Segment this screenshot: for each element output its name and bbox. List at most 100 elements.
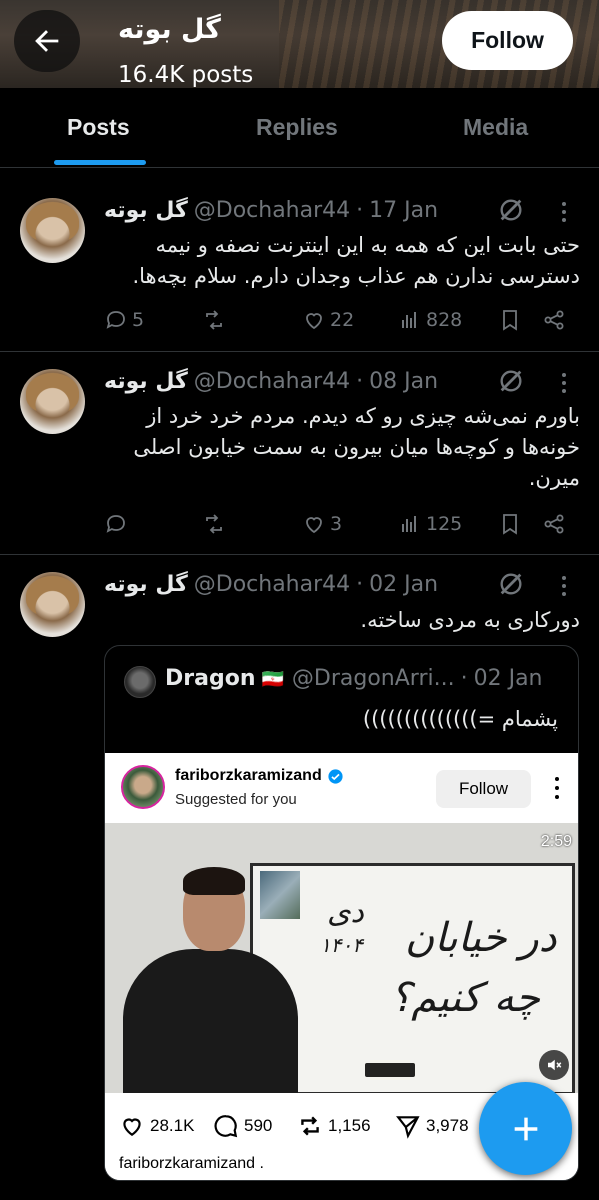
avatar[interactable] <box>20 198 85 263</box>
reply-button[interactable] <box>104 512 132 536</box>
ig-username: fariborzkaramizand <box>175 767 344 785</box>
ig-suggested-label: Suggested for you <box>175 791 297 808</box>
ig-comment-count: 590 <box>244 1116 273 1135</box>
repost-button[interactable] <box>202 512 230 536</box>
mute-button <box>539 1050 569 1080</box>
comment-icon <box>214 1115 238 1138</box>
compose-post-button[interactable] <box>479 1082 572 1175</box>
send-icon <box>396 1116 420 1139</box>
ig-repost-count: 1,156 <box>328 1116 371 1135</box>
quote-author-handle: @DragonArri... <box>291 666 455 691</box>
repost-icon <box>206 514 222 534</box>
author-handle: @Dochahar44 <box>193 572 351 597</box>
repost-icon <box>206 310 222 330</box>
quote-header: Dragon 🇮🇷 @DragonArri... · 02 Jan <box>165 666 543 691</box>
profile-tabs: Posts Replies Media <box>0 88 599 168</box>
iran-flag-icon: 🇮🇷 <box>261 669 284 690</box>
ig-share-count: 3,978 <box>426 1116 469 1135</box>
share-icon <box>544 310 564 330</box>
author-handle: @Dochahar44 <box>193 369 351 394</box>
grok-icon[interactable] <box>497 196 525 224</box>
author-handle: @Dochahar44 <box>193 198 351 223</box>
heart-icon <box>123 1118 141 1136</box>
verified-badge-icon <box>328 768 343 784</box>
views-button[interactable]: 125 <box>398 512 462 536</box>
ig-caption: fariborzkaramizand . <box>119 1155 264 1172</box>
share-button[interactable] <box>542 512 566 536</box>
bookmark-icon <box>503 310 517 331</box>
quote-author-name: Dragon <box>165 666 256 691</box>
ig-repost: 1,156 <box>297 1113 371 1139</box>
reply-button[interactable]: 5 <box>104 308 144 332</box>
post-date: 17 Jan <box>369 198 439 223</box>
bookmark-button[interactable] <box>498 308 522 332</box>
views-button[interactable]: 828 <box>398 308 462 332</box>
grok-icon[interactable] <box>497 367 525 395</box>
arrow-left-icon <box>35 30 59 52</box>
back-button[interactable] <box>14 10 80 72</box>
ig-comment: 590 <box>213 1113 272 1139</box>
analytics-icon <box>402 312 416 328</box>
avatar[interactable] <box>20 572 85 637</box>
like-count: 22 <box>330 309 355 331</box>
reply-icon <box>106 311 125 329</box>
ig-more-icon <box>552 777 562 799</box>
post-header: گل بوته @Dochahar44 · 08 Jan <box>104 369 439 394</box>
bookmark-button[interactable] <box>498 512 522 536</box>
post-actions: 3 125 <box>104 512 580 542</box>
more-options-icon[interactable] <box>554 572 574 600</box>
post-date: 02 Jan <box>369 572 439 597</box>
post-header: گل بوته @Dochahar44 · 17 Jan <box>104 198 439 223</box>
share-button[interactable] <box>542 308 566 332</box>
repost-icon <box>301 1116 319 1136</box>
views-count: 125 <box>426 513 463 535</box>
more-options-icon[interactable] <box>554 198 574 226</box>
quote-text: پشمام =)))))))))))))) <box>362 707 558 731</box>
quote-avatar[interactable] <box>124 666 156 698</box>
video-duration: 2:59 <box>540 833 572 850</box>
tab-media[interactable]: Media <box>463 114 528 141</box>
post-count: 16.4K posts <box>118 62 254 88</box>
board-text-month: دی <box>327 895 364 930</box>
ig-like-count: 28.1K <box>150 1116 195 1135</box>
tab-posts[interactable]: Posts <box>67 114 130 141</box>
board-text-line1: در خیابان <box>405 915 557 961</box>
like-button[interactable]: 22 <box>302 308 354 332</box>
board-text-line2: چه کنیم؟ <box>390 975 540 1021</box>
bookmark-icon <box>503 514 517 535</box>
post-text: حتی بابت این که همه به این اینترنت نصفه … <box>132 233 580 288</box>
author-name: گل بوته <box>104 572 188 597</box>
ig-avatar <box>121 765 165 809</box>
ig-video-frame: دی ۱۴۰۴ در خیابان چه کنیم؟ 2:59 <box>105 823 578 1093</box>
ig-header: fariborzkaramizand Suggested for you Fol… <box>105 753 578 823</box>
share-icon <box>544 514 564 534</box>
avatar[interactable] <box>20 369 85 434</box>
speaker-muted-icon <box>548 1059 562 1071</box>
post-item[interactable]: گل بوته @Dochahar44 · 17 Jan حتی بابت ای… <box>0 180 599 352</box>
reply-icon <box>106 515 125 533</box>
like-button[interactable]: 3 <box>302 512 342 536</box>
like-count: 3 <box>330 513 343 535</box>
plus-icon <box>514 1117 537 1140</box>
ig-follow-button: Follow <box>436 770 531 808</box>
post-header: گل بوته @Dochahar44 · 02 Jan <box>104 572 439 597</box>
board-text-year: ۱۴۰۴ <box>320 933 363 957</box>
follow-button[interactable]: Follow <box>442 11 573 70</box>
post-date: 08 Jan <box>369 369 439 394</box>
presenter <box>123 867 298 1093</box>
active-tab-indicator <box>54 160 146 165</box>
post-item[interactable]: گل بوته @Dochahar44 · 08 Jan باورم نمی‌ش… <box>0 352 599 555</box>
repost-button[interactable] <box>202 308 230 332</box>
post-text: دورکاری به مردی ساخته. <box>360 608 580 632</box>
views-count: 828 <box>426 309 463 331</box>
profile-name: گل بوته <box>118 14 221 45</box>
quote-date: 02 Jan <box>473 666 543 691</box>
ig-like: 28.1K <box>119 1113 194 1139</box>
tab-replies[interactable]: Replies <box>256 114 338 141</box>
more-options-icon[interactable] <box>554 369 574 397</box>
author-name: گل بوته <box>104 369 188 394</box>
grok-icon[interactable] <box>497 570 525 598</box>
video-control-bar <box>365 1063 415 1077</box>
author-name: گل بوته <box>104 198 188 223</box>
reply-count: 5 <box>132 309 145 331</box>
